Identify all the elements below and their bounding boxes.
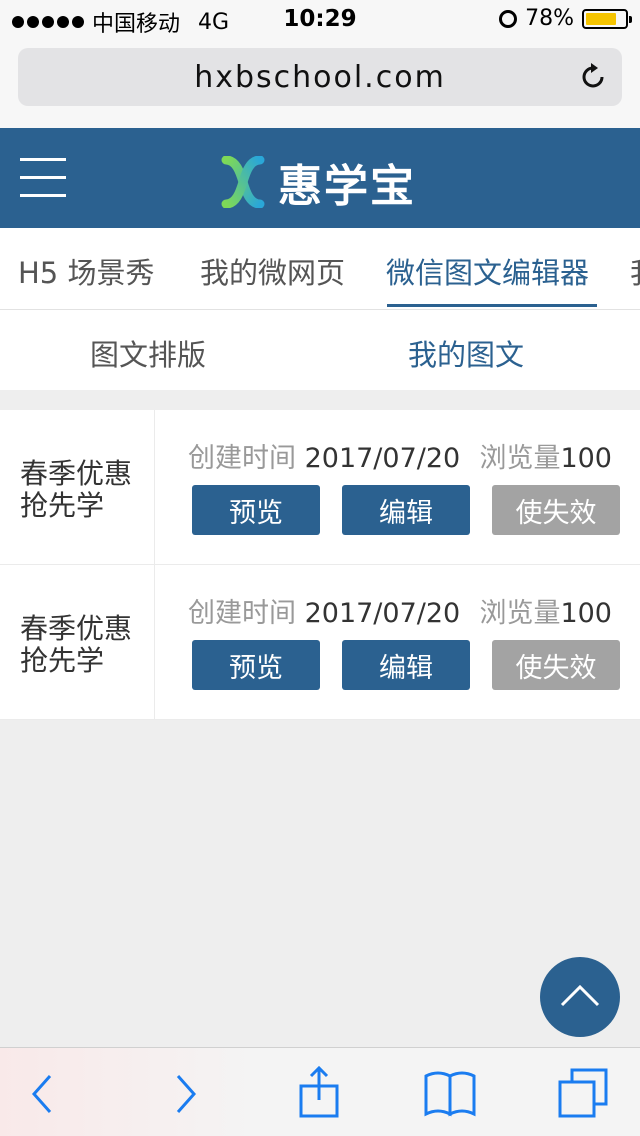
views-count: 100 — [560, 443, 612, 474]
views-label: 浏览量 — [479, 598, 561, 629]
back-arrow-icon[interactable] — [16, 1066, 72, 1122]
list-item: 春季优惠抢先学 创建时间 2017/07/20 浏览量100 预览 编辑 使失效 — [0, 565, 640, 720]
subtab-my-articles[interactable]: 我的图文 — [408, 332, 524, 374]
tab-more[interactable]: 我 — [630, 250, 640, 292]
status-right: 78% — [499, 6, 632, 31]
share-icon[interactable] — [291, 1066, 347, 1122]
divider — [154, 565, 155, 720]
created-date: 2017/07/20 — [304, 598, 461, 629]
divider — [154, 410, 155, 565]
battery-icon — [582, 8, 632, 29]
views-label: 浏览量 — [479, 443, 561, 474]
url-bar[interactable]: hxbschool.com — [18, 48, 622, 106]
tabs-icon[interactable] — [556, 1066, 612, 1122]
sub-tabs: 图文排版 我的图文 — [0, 310, 640, 390]
browser-address-area: hxbschool.com — [0, 40, 640, 128]
chevron-up-icon — [560, 984, 600, 1007]
edit-button[interactable]: 编辑 — [342, 640, 470, 690]
list-item: 春季优惠抢先学 创建时间 2017/07/20 浏览量100 预览 编辑 使失效 — [0, 410, 640, 565]
views-count: 100 — [560, 598, 612, 629]
created-date: 2017/07/20 — [304, 443, 461, 474]
preview-button[interactable]: 预览 — [192, 485, 320, 535]
created-info: 创建时间 2017/07/20 — [188, 591, 460, 630]
logo-text: 惠学宝 — [278, 161, 416, 212]
reload-icon[interactable] — [578, 62, 608, 92]
hamburger-menu-icon[interactable] — [20, 158, 66, 198]
browser-toolbar — [0, 1047, 640, 1136]
disable-button[interactable]: 使失效 — [492, 640, 620, 690]
url-text: hxbschool.com — [194, 59, 446, 95]
created-info: 创建时间 2017/07/20 — [188, 436, 460, 475]
preview-button[interactable]: 预览 — [192, 640, 320, 690]
article-list: 春季优惠抢先学 创建时间 2017/07/20 浏览量100 预览 编辑 使失效… — [0, 410, 640, 720]
created-label: 创建时间 — [188, 598, 296, 629]
battery-level — [586, 12, 616, 25]
main-tabs: H5 场景秀 我的微网页 微信图文编辑器 我 — [0, 228, 640, 310]
bookmarks-icon[interactable] — [422, 1066, 478, 1122]
subtab-layout[interactable]: 图文排版 — [90, 332, 206, 374]
edit-button[interactable]: 编辑 — [342, 485, 470, 535]
status-bar: 中国移动 4G 10:29 78% — [0, 0, 640, 40]
views-info: 浏览量100 — [479, 591, 612, 630]
battery-percent: 78% — [525, 6, 574, 31]
site-logo[interactable]: 惠学宝 — [218, 150, 416, 214]
back-to-top-button[interactable] — [540, 957, 620, 1037]
logo-mark-icon — [221, 156, 265, 208]
site-header: 惠学宝 — [0, 128, 640, 228]
tab-h5-scene[interactable]: H5 场景秀 — [18, 250, 154, 292]
forward-arrow-icon[interactable] — [156, 1066, 212, 1122]
tab-my-microsite[interactable]: 我的微网页 — [200, 250, 345, 292]
item-title: 春季优惠抢先学 — [20, 457, 133, 522]
tab-wechat-editor[interactable]: 微信图文编辑器 — [386, 250, 589, 292]
views-info: 浏览量100 — [479, 436, 612, 475]
alarm-icon — [499, 9, 518, 28]
item-title: 春季优惠抢先学 — [20, 612, 133, 677]
disable-button[interactable]: 使失效 — [492, 485, 620, 535]
created-label: 创建时间 — [188, 443, 296, 474]
active-tab-indicator — [387, 304, 597, 307]
